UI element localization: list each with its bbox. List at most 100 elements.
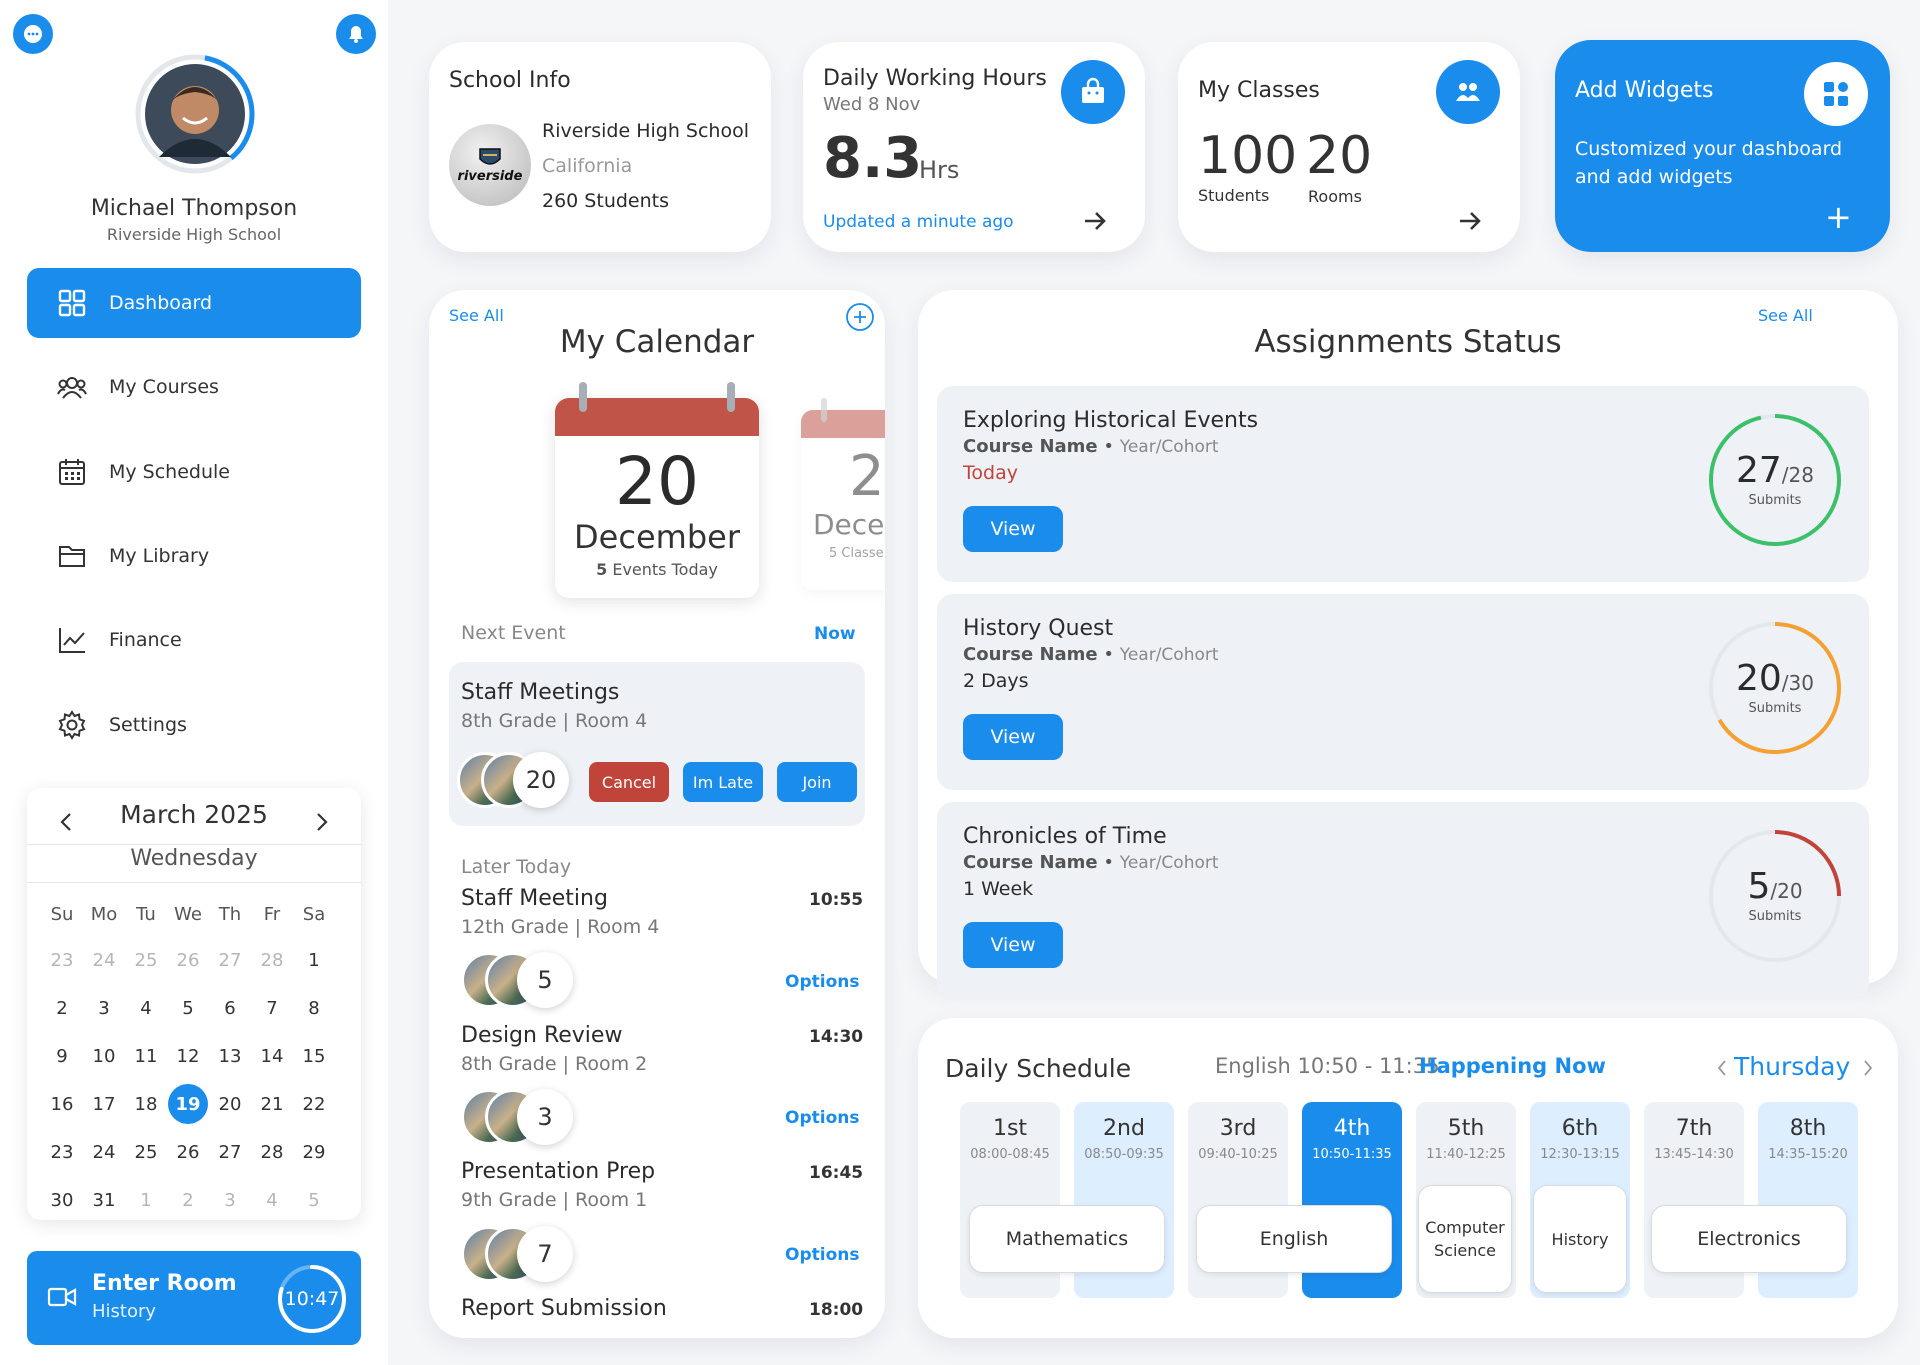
calendar-day[interactable]: 28 [251, 936, 293, 984]
chat-icon[interactable] [13, 14, 53, 54]
subject-electronics[interactable]: Electronics [1651, 1205, 1847, 1273]
calendar-day[interactable]: 4 [251, 1176, 293, 1224]
bell-icon[interactable] [336, 14, 376, 54]
working-hours-title: Daily Working Hours [823, 66, 1047, 91]
calendar-see-all[interactable]: See All [449, 306, 504, 325]
calendar-day[interactable]: 26 [167, 936, 209, 984]
nav-dashboard[interactable]: Dashboard [27, 268, 361, 338]
calendar-day[interactable]: 31 [83, 1176, 125, 1224]
calendar-day[interactable]: 14 [251, 1032, 293, 1080]
calendar-day[interactable]: 2 [167, 1176, 209, 1224]
view-button[interactable]: View [963, 714, 1063, 760]
nav-my-schedule[interactable]: My Schedule [27, 437, 361, 507]
assignments-see-all[interactable]: See All [1758, 306, 1813, 325]
nav-settings[interactable]: Settings [27, 690, 361, 760]
join-button[interactable]: Join [777, 762, 857, 802]
calendar-day[interactable]: 24 [83, 936, 125, 984]
next-event-sub: 8th Grade | Room 4 [461, 710, 648, 732]
user-name: Michael Thompson [90, 196, 298, 221]
next-event-card[interactable]: Staff Meetings 8th Grade | Room 4 20 Can… [449, 662, 865, 826]
calendar-day[interactable]: 29 [293, 1128, 335, 1176]
subject-english[interactable]: English [1196, 1205, 1392, 1273]
calendar-day[interactable]: 19 [167, 1080, 209, 1128]
group-icon[interactable] [1436, 60, 1500, 124]
nav-my-library-label: My Library [109, 545, 210, 567]
arrow-right-icon[interactable] [1458, 210, 1482, 232]
shopping-bag-icon[interactable] [1061, 60, 1125, 124]
event-options[interactable]: Options [785, 972, 859, 992]
calendar-day[interactable]: 1 [293, 936, 335, 984]
calendar-day[interactable]: 22 [293, 1080, 335, 1128]
calendar-day[interactable]: 4 [125, 984, 167, 1032]
late-button[interactable]: Im Late [683, 762, 763, 802]
calendar-day[interactable]: 23 [41, 1128, 83, 1176]
calendar-day[interactable]: 11 [125, 1032, 167, 1080]
assignment-item: History Quest Course Name • Year/Cohort 2 … [937, 594, 1869, 790]
enter-room-button[interactable]: Enter Room History 10:47 [27, 1251, 361, 1345]
calendar-day[interactable]: 3 [83, 984, 125, 1032]
period-name: 8th [1789, 1116, 1827, 1141]
calendar-day[interactable]: 7 [251, 984, 293, 1032]
now-label: Now [814, 624, 856, 644]
assignment-course: Course Name • Year/Cohort [963, 436, 1219, 457]
nav-finance[interactable]: Finance [27, 605, 361, 675]
chevron-left-icon[interactable] [1716, 1058, 1728, 1078]
calendar-day[interactable]: 28 [251, 1128, 293, 1176]
view-button[interactable]: View [963, 922, 1063, 968]
calendar-day[interactable]: 27 [209, 1128, 251, 1176]
calendar-day[interactable]: 2 [41, 984, 83, 1032]
period-name: 4th [1333, 1116, 1371, 1141]
calendar-day[interactable]: 9 [41, 1032, 83, 1080]
subject-computer-science[interactable]: Computer Science [1418, 1185, 1512, 1293]
submission-count: 5/20 Submits [1747, 865, 1803, 924]
calendar-day[interactable]: 30 [41, 1176, 83, 1224]
calendar-day[interactable]: 25 [125, 936, 167, 984]
widgets-icon[interactable] [1804, 62, 1868, 126]
chevron-right-icon[interactable] [1862, 1058, 1874, 1078]
attendee-avatars: 5 [461, 952, 581, 1008]
calendar-day[interactable]: 24 [83, 1128, 125, 1176]
calendar-day[interactable]: 13 [209, 1032, 251, 1080]
calendar-day[interactable]: 20 [209, 1080, 251, 1128]
working-hours-value: 8.3 [823, 126, 923, 191]
add-widgets-card[interactable]: Add Widgets Customized your dashboard an… [1555, 40, 1890, 252]
calendar-day[interactable]: 5 [293, 1176, 335, 1224]
view-button[interactable]: View [963, 506, 1063, 552]
calendar-day[interactable]: 8 [293, 984, 335, 1032]
nav-my-library[interactable]: My Library [27, 521, 361, 591]
assignment-due: 1 Week [963, 878, 1034, 900]
event-options[interactable]: Options [785, 1245, 859, 1265]
calendar-day[interactable]: 6 [209, 984, 251, 1032]
nav-my-courses[interactable]: My Courses [27, 352, 361, 422]
calendar-day[interactable]: 17 [83, 1080, 125, 1128]
selected-day[interactable]: 19 [168, 1084, 208, 1124]
calendar-day[interactable]: 10 [83, 1032, 125, 1080]
calendar-events-label: Events Today [612, 560, 718, 579]
calendar-day[interactable]: 12 [167, 1032, 209, 1080]
calendar-day[interactable]: 16 [41, 1080, 83, 1128]
calendar-next-card[interactable]: 2 Dece 5 Classe [801, 410, 885, 590]
calendar-day[interactable]: 27 [209, 936, 251, 984]
arrow-right-icon[interactable] [1083, 210, 1107, 232]
school-crest-icon [479, 147, 501, 165]
calendar-day[interactable]: 1 [125, 1176, 167, 1224]
event-options[interactable]: Options [785, 1108, 859, 1128]
calendar-day[interactable]: 25 [125, 1128, 167, 1176]
nav-finance-label: Finance [109, 629, 182, 651]
calendar-day[interactable]: 5 [167, 984, 209, 1032]
calendar-day[interactable]: 18 [125, 1080, 167, 1128]
cancel-button[interactable]: Cancel [589, 762, 669, 802]
weekday-header: Sa [302, 903, 326, 925]
chevron-right-icon[interactable] [307, 802, 337, 842]
calendar-day[interactable]: 3 [209, 1176, 251, 1224]
calendar-day[interactable]: 15 [293, 1032, 335, 1080]
add-widget-plus[interactable]: + [1825, 198, 1852, 236]
subject-mathematics[interactable]: Mathematics [969, 1205, 1165, 1273]
calendar-day[interactable]: 21 [251, 1080, 293, 1128]
calendar-day[interactable]: 23 [41, 936, 83, 984]
calendar-day[interactable]: 26 [167, 1128, 209, 1176]
calendar-day-card[interactable]: 20 December 5 Events Today [555, 398, 759, 598]
subject-history[interactable]: History [1533, 1185, 1627, 1293]
avatar[interactable] [133, 52, 257, 176]
assignment-title: Chronicles of Time [963, 824, 1167, 849]
